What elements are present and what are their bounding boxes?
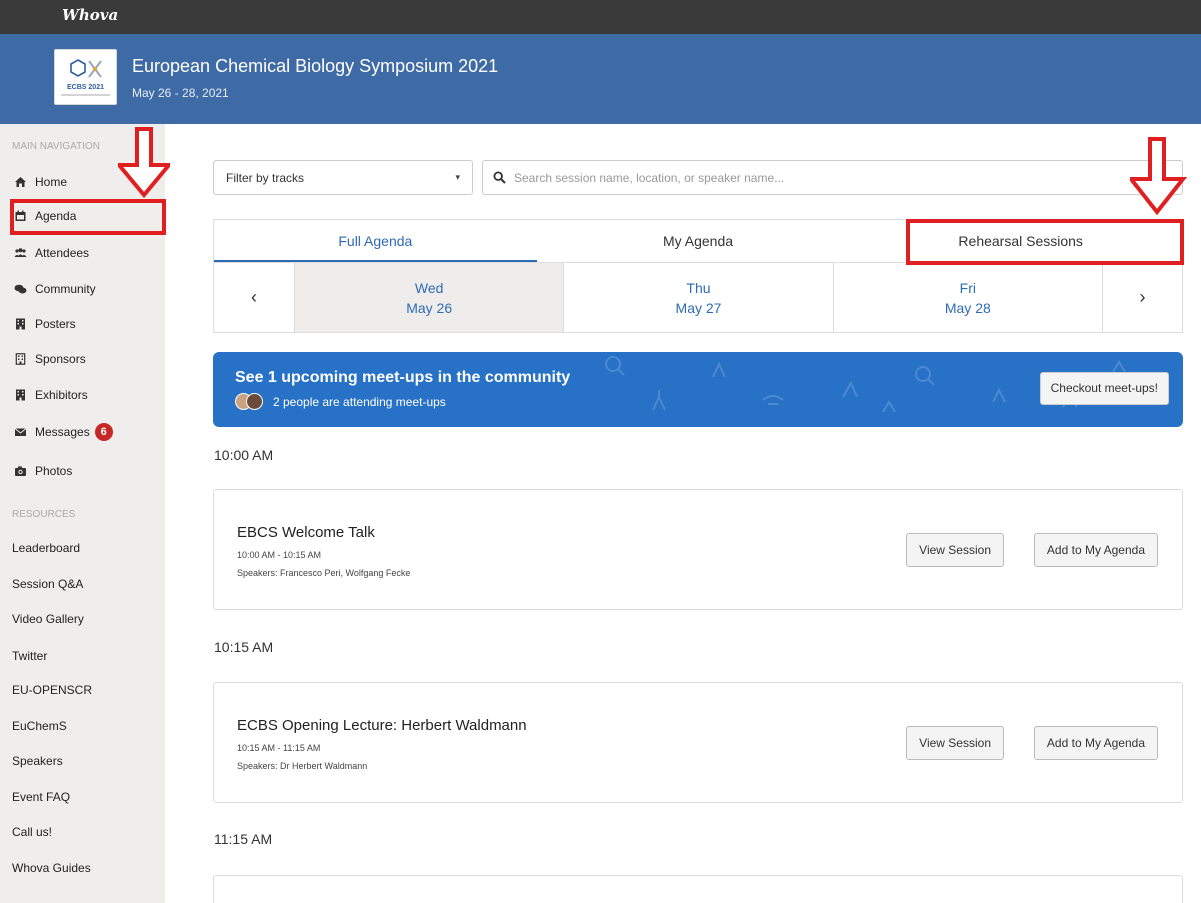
sidebar-item-attendees[interactable]: Attendees (14, 243, 89, 263)
caret-down-icon: ▾ (455, 172, 460, 182)
resource-speakers[interactable]: Speakers (12, 754, 63, 768)
sidebar-item-exhibitors[interactable]: Exhibitors (14, 385, 88, 405)
chevron-right-icon: › (1139, 287, 1146, 307)
search-box (482, 160, 1183, 195)
chat-icon (14, 283, 27, 295)
event-dates: May 26 - 28, 2021 (132, 86, 229, 100)
session-title[interactable]: ECBS Opening Lecture: Herbert Waldmann (237, 717, 527, 734)
resources-header: RESOURCES (12, 509, 76, 520)
sidebar-item-community[interactable]: Community (14, 279, 96, 299)
search-icon (493, 171, 506, 184)
rehearsal-highlight-box (906, 219, 1184, 265)
whova-logo[interactable]: Whova (62, 6, 118, 24)
banner-subtitle: 2 people are attending meet-ups (235, 393, 446, 410)
day-thu[interactable]: Thu May 27 (563, 263, 832, 332)
session-speakers: Speakers: Francesco Peri, Wolfgang Fecke (237, 568, 411, 578)
event-header: ECBS 2021 European Chemical Biology Symp… (0, 34, 1201, 124)
resource-leaderboard[interactable]: Leaderboard (12, 541, 80, 555)
add-to-my-agenda-button[interactable]: Add to My Agenda (1033, 726, 1158, 760)
track-filter-dropdown[interactable]: Filter by tracks ▾ (213, 160, 473, 195)
chevron-left-icon: ‹ (251, 287, 257, 307)
banner-title: See 1 upcoming meet-ups in the community (235, 369, 571, 386)
sidebar-item-photos[interactable]: Photos (14, 461, 72, 481)
next-day-button[interactable]: › (1101, 263, 1182, 332)
sidebar-item-home[interactable]: Home (14, 172, 67, 192)
checkout-meetups-button[interactable]: Checkout meet-ups! (1039, 372, 1169, 405)
search-input[interactable] (514, 170, 1154, 185)
building-icon (14, 318, 27, 330)
time-slot-label: 10:15 AM (214, 639, 274, 655)
resource-session-qa[interactable]: Session Q&A (12, 577, 83, 591)
molecule-icon (70, 59, 102, 78)
session-card (213, 875, 1183, 903)
top-bar: Whova (0, 0, 1201, 34)
event-logo: ECBS 2021 (54, 49, 117, 105)
session-card: ECBS Opening Lecture: Herbert Waldmann 1… (213, 682, 1183, 803)
tab-full-agenda[interactable]: Full Agenda (214, 220, 537, 262)
prev-day-button[interactable]: ‹ (214, 263, 294, 332)
session-time: 10:15 AM - 11:15 AM (237, 743, 321, 753)
down-arrow-icon (1130, 137, 1188, 216)
session-card: EBCS Welcome Talk 10:00 AM - 10:15 AM Sp… (213, 489, 1183, 610)
building-icon (14, 389, 27, 401)
session-time: 10:00 AM - 10:15 AM (237, 550, 322, 560)
view-session-button[interactable]: View Session (906, 726, 1004, 760)
resource-event-faq[interactable]: Event FAQ (12, 790, 70, 804)
session-speakers: Speakers: Dr Herbert Waldmann (237, 761, 368, 771)
down-arrow-icon (118, 127, 170, 199)
building-icon (14, 353, 27, 365)
resource-video-gallery[interactable]: Video Gallery (12, 612, 84, 626)
attendee-avatars (235, 393, 263, 410)
event-title: European Chemical Biology Symposium 2021 (132, 56, 499, 76)
day-fri[interactable]: Fri May 28 (832, 263, 1102, 332)
day-selector: ‹ Wed May 26 Thu May 27 Fri May 28 › (213, 262, 1183, 333)
tab-my-agenda[interactable]: My Agenda (537, 220, 860, 262)
agenda-highlight-box (10, 199, 166, 235)
home-icon (14, 176, 27, 188)
resource-twitter[interactable]: Twitter (12, 649, 47, 663)
sidebar-item-sponsors[interactable]: Sponsors (14, 349, 86, 369)
add-to-my-agenda-button[interactable]: Add to My Agenda (1033, 533, 1158, 567)
time-slot-label: 11:15 AM (214, 831, 273, 847)
session-title[interactable]: EBCS Welcome Talk (237, 524, 375, 541)
view-session-button[interactable]: View Session (906, 533, 1004, 567)
day-wed[interactable]: Wed May 26 (294, 263, 564, 332)
meetups-banner: See 1 upcoming meet-ups in the community… (213, 352, 1183, 427)
resource-euchems[interactable]: EuChemS (12, 719, 67, 733)
main-navigation-header: MAIN NAVIGATION (12, 141, 100, 152)
sidebar-item-posters[interactable]: Posters (14, 314, 76, 334)
time-slot-label: 10:00 AM (214, 447, 274, 463)
messages-badge: 6 (94, 423, 113, 441)
camera-icon (14, 465, 27, 477)
sidebar: MAIN NAVIGATION Home Agenda Attendees Co… (0, 124, 165, 903)
resource-eu-openscr[interactable]: EU-OPENSCR (12, 683, 92, 697)
envelope-icon (14, 426, 27, 438)
sidebar-item-messages[interactable]: Messages 6 (14, 422, 113, 442)
resource-call-us[interactable]: Call us! (12, 825, 52, 839)
resource-whova-guides[interactable]: Whova Guides (12, 861, 91, 875)
users-icon (14, 247, 27, 259)
